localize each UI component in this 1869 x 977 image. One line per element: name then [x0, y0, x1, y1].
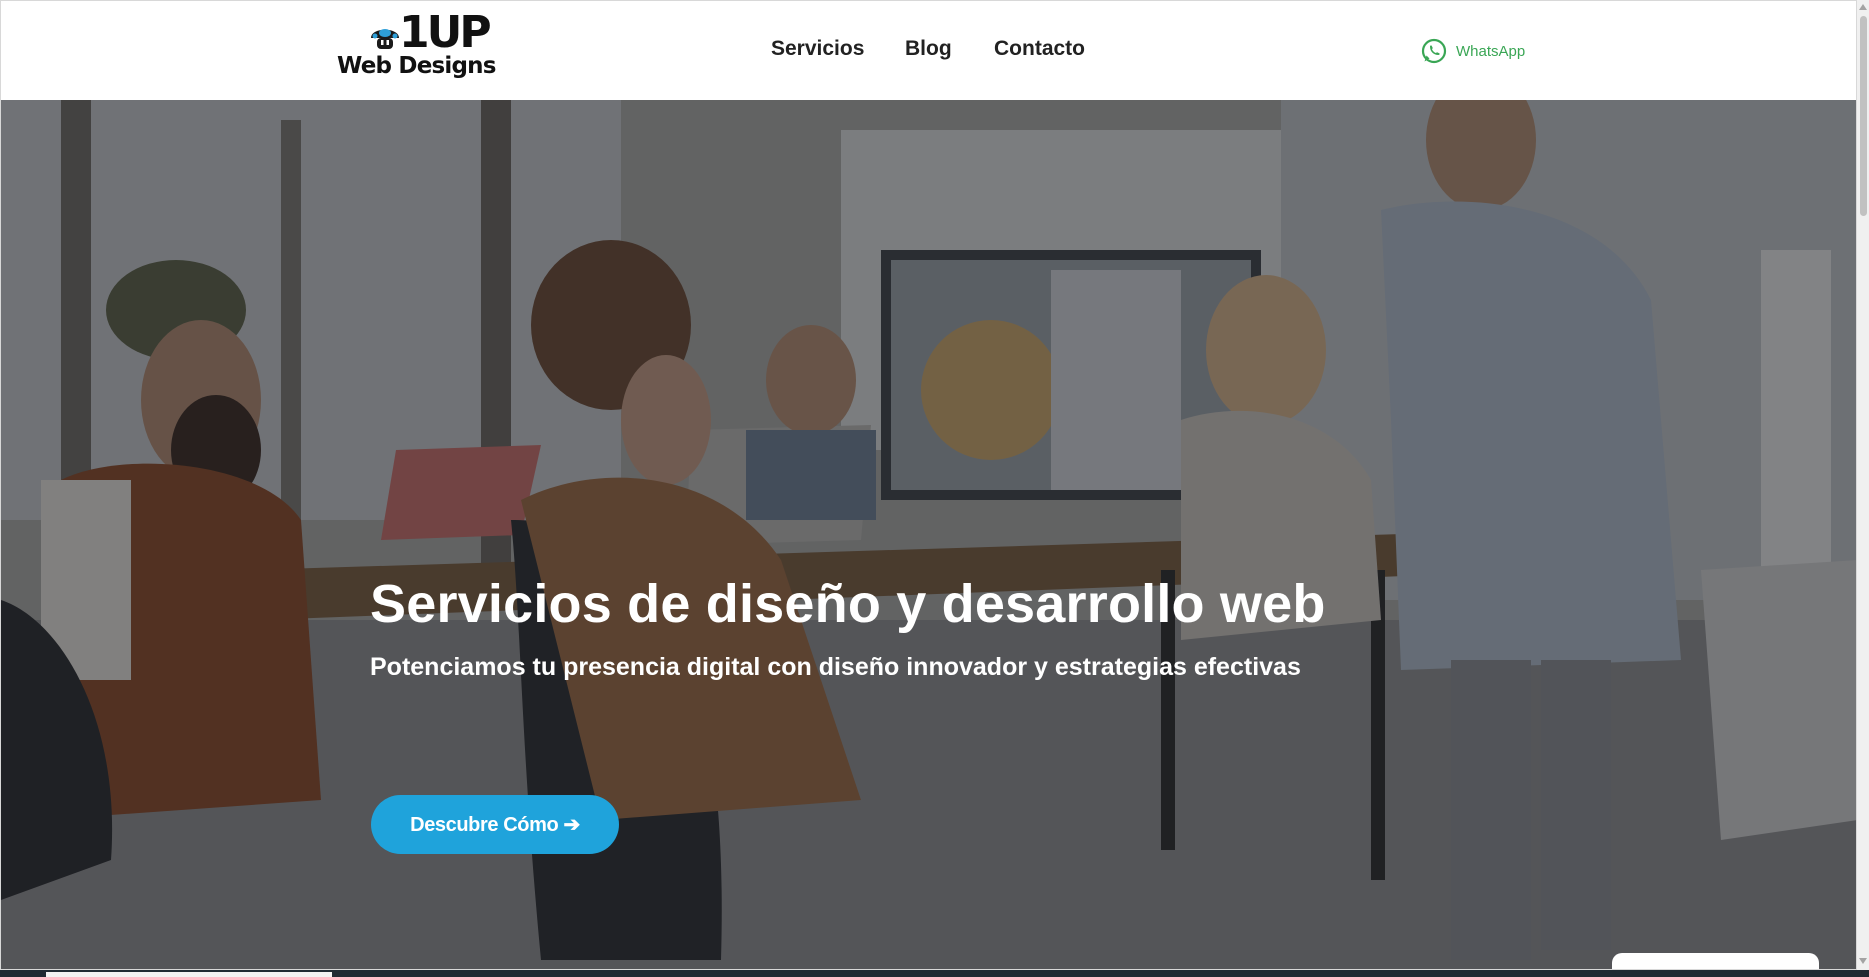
- scroll-up-arrow-icon[interactable]: [1859, 4, 1867, 10]
- scrollbar-thumb[interactable]: [1860, 16, 1867, 216]
- site-logo[interactable]: 1UP Web Designs: [335, 7, 496, 85]
- scroll-down-arrow-icon[interactable]: [1859, 958, 1867, 964]
- hero-subtitle: Potenciamos tu presencia digital con dis…: [370, 653, 1301, 681]
- hero-title: Servicios de diseño y desarrollo web: [370, 574, 1326, 634]
- whatsapp-label: WhatsApp: [1456, 42, 1526, 60]
- browser-viewport: 1UP Web Designs Servicios Blog Contacto …: [0, 0, 1857, 970]
- nav-link-blog[interactable]: Blog: [905, 37, 952, 61]
- nav-link-contacto[interactable]: Contacto: [994, 37, 1085, 61]
- logo-subtext: Web Designs: [337, 53, 496, 79]
- cta-button[interactable]: Descubre Cómo ➔: [371, 795, 619, 854]
- page-scrollbar[interactable]: [1857, 0, 1869, 970]
- logo-mark: 1UP: [335, 7, 492, 58]
- whatsapp-link[interactable]: WhatsApp: [1420, 37, 1525, 65]
- logo-text: 1UP: [399, 7, 492, 58]
- site-header: 1UP Web Designs Servicios Blog Contacto …: [1, 1, 1856, 100]
- hero-section: Servicios de diseño y desarrollo web Pot…: [1, 100, 1856, 969]
- chat-widget-tab[interactable]: [1612, 953, 1819, 969]
- hero-overlay: [1, 100, 1856, 969]
- mushroom-icon: [371, 29, 399, 49]
- nav-link-servicios[interactable]: Servicios: [771, 37, 864, 61]
- whatsapp-icon: [1421, 38, 1447, 64]
- taskbar-window-tile[interactable]: [46, 972, 332, 977]
